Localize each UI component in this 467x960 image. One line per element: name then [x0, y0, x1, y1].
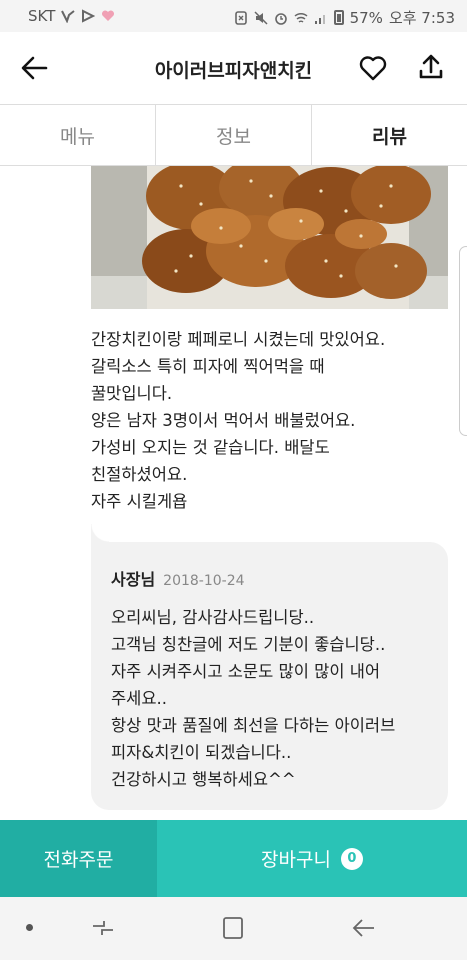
order-action-bar: 전화주문 장바구니 0	[0, 820, 467, 897]
app-notification-icon	[61, 10, 75, 23]
battery-icon	[333, 10, 344, 25]
review-photo[interactable]	[91, 166, 448, 309]
heart-outline-icon[interactable]	[358, 54, 388, 82]
app-header: 아이러브피자앤치킨	[0, 32, 467, 104]
cart-button[interactable]: 장바구니 0	[157, 820, 467, 897]
tab-info[interactable]: 정보	[156, 105, 312, 165]
tab-bar: 메뉴 정보 리뷰	[0, 104, 467, 166]
wifi-icon	[294, 12, 308, 23]
recent-apps-icon[interactable]	[90, 915, 116, 941]
scroll-indicator[interactable]	[459, 246, 467, 436]
home-icon[interactable]	[221, 915, 245, 941]
alarm-icon	[274, 12, 287, 25]
share-upload-icon[interactable]	[416, 52, 446, 82]
heart-notification-icon	[102, 10, 115, 21]
tab-reviews[interactable]: 리뷰	[312, 105, 467, 165]
review-body: 간장치킨이랑 페페로니 시켰는데 맛있어요. 갈릭소스 특히 피자에 찍어먹을 …	[91, 330, 386, 511]
reply-body: 오리씨님, 감사감사드립니당.. 고객님 칭찬글에 저도 기분이 좋습니당.. …	[111, 608, 396, 789]
status-bar: SKT 57% 오후 7:53	[0, 0, 467, 32]
reply-date: 2018-10-24	[163, 573, 245, 589]
play-notification-icon	[82, 9, 96, 23]
clock: 오후 7:53	[388, 9, 455, 27]
mute-icon	[254, 10, 268, 25]
tab-menu[interactable]: 메뉴	[0, 105, 156, 165]
battery-percent: 57%	[349, 8, 383, 27]
review-content[interactable]: 간장치킨이랑 페페로니 시켰는데 맛있어요. 갈릭소스 특히 피자에 찍어먹을 …	[0, 166, 467, 820]
fried-chicken-image	[91, 166, 448, 309]
owner-reply: 사장님 2018-10-24 오리씨님, 감사감사드립니당.. 고객님 칭찬글에…	[91, 524, 448, 810]
system-nav-bar	[0, 897, 467, 960]
reply-header: 사장님 2018-10-24	[111, 566, 428, 590]
carrier-label: SKT	[28, 7, 56, 25]
page-title: 아이러브피자앤치킨	[154, 60, 313, 82]
nav-dot-icon[interactable]	[26, 924, 33, 931]
call-order-button[interactable]: 전화주문	[0, 820, 157, 897]
cart-label: 장바구니	[261, 849, 331, 871]
nav-back-icon[interactable]	[350, 915, 376, 941]
reply-author: 사장님	[111, 570, 156, 589]
nfc-icon	[234, 10, 247, 25]
signal-icon	[314, 14, 325, 24]
cart-count-badge: 0	[340, 847, 363, 870]
